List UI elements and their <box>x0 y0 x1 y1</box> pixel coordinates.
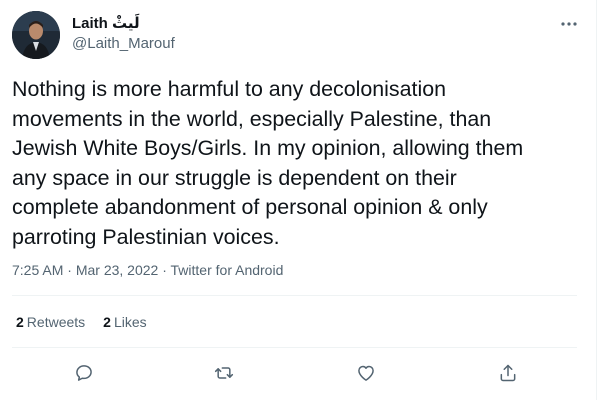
tweet-text: Nothing is more harmful to any decolonis… <box>12 77 524 249</box>
avatar-image <box>12 11 60 59</box>
share-icon[interactable] <box>494 359 522 387</box>
retweets-stat[interactable]: 2 Retweets <box>16 312 85 332</box>
more-icon-glyph <box>561 22 577 26</box>
share-icon-glyph <box>500 364 516 382</box>
tweet-stats: 2 Retweets 2 Likes <box>16 312 147 332</box>
reply-icon[interactable] <box>70 359 98 387</box>
likes-label: Likes <box>113 314 147 330</box>
retweets-label: Retweets <box>26 314 86 330</box>
divider <box>12 347 577 348</box>
retweets-count: 2 <box>16 314 24 330</box>
tweet-date[interactable]: Mar 23, 2022 <box>76 262 159 278</box>
likes-count: 2 <box>103 314 111 330</box>
more-icon[interactable] <box>557 12 581 36</box>
retweet-icon-glyph <box>214 367 234 379</box>
action-bar <box>12 356 577 390</box>
user-handle[interactable]: @Laith_Marouf <box>72 34 175 54</box>
tweet-meta: 7:25 AM · Mar 23, 2022 · Twitter for And… <box>12 261 283 279</box>
divider <box>12 295 577 296</box>
meta-separator: · <box>162 262 167 278</box>
tweet-time[interactable]: 7:25 AM <box>12 262 63 278</box>
display-name[interactable]: Laith لَيثْ <box>72 14 140 34</box>
like-icon-glyph <box>358 365 374 381</box>
tweet-source[interactable]: Twitter for Android <box>171 262 284 278</box>
likes-stat[interactable]: 2 Likes <box>103 312 146 332</box>
reply-icon-glyph <box>76 365 92 381</box>
meta-separator: · <box>67 262 72 278</box>
retweet-icon[interactable] <box>210 359 238 387</box>
like-icon[interactable] <box>352 359 380 387</box>
avatar[interactable] <box>12 11 60 59</box>
tweet-card: Laith لَيثْ @Laith_Marouf Nothing is mor… <box>0 0 597 400</box>
